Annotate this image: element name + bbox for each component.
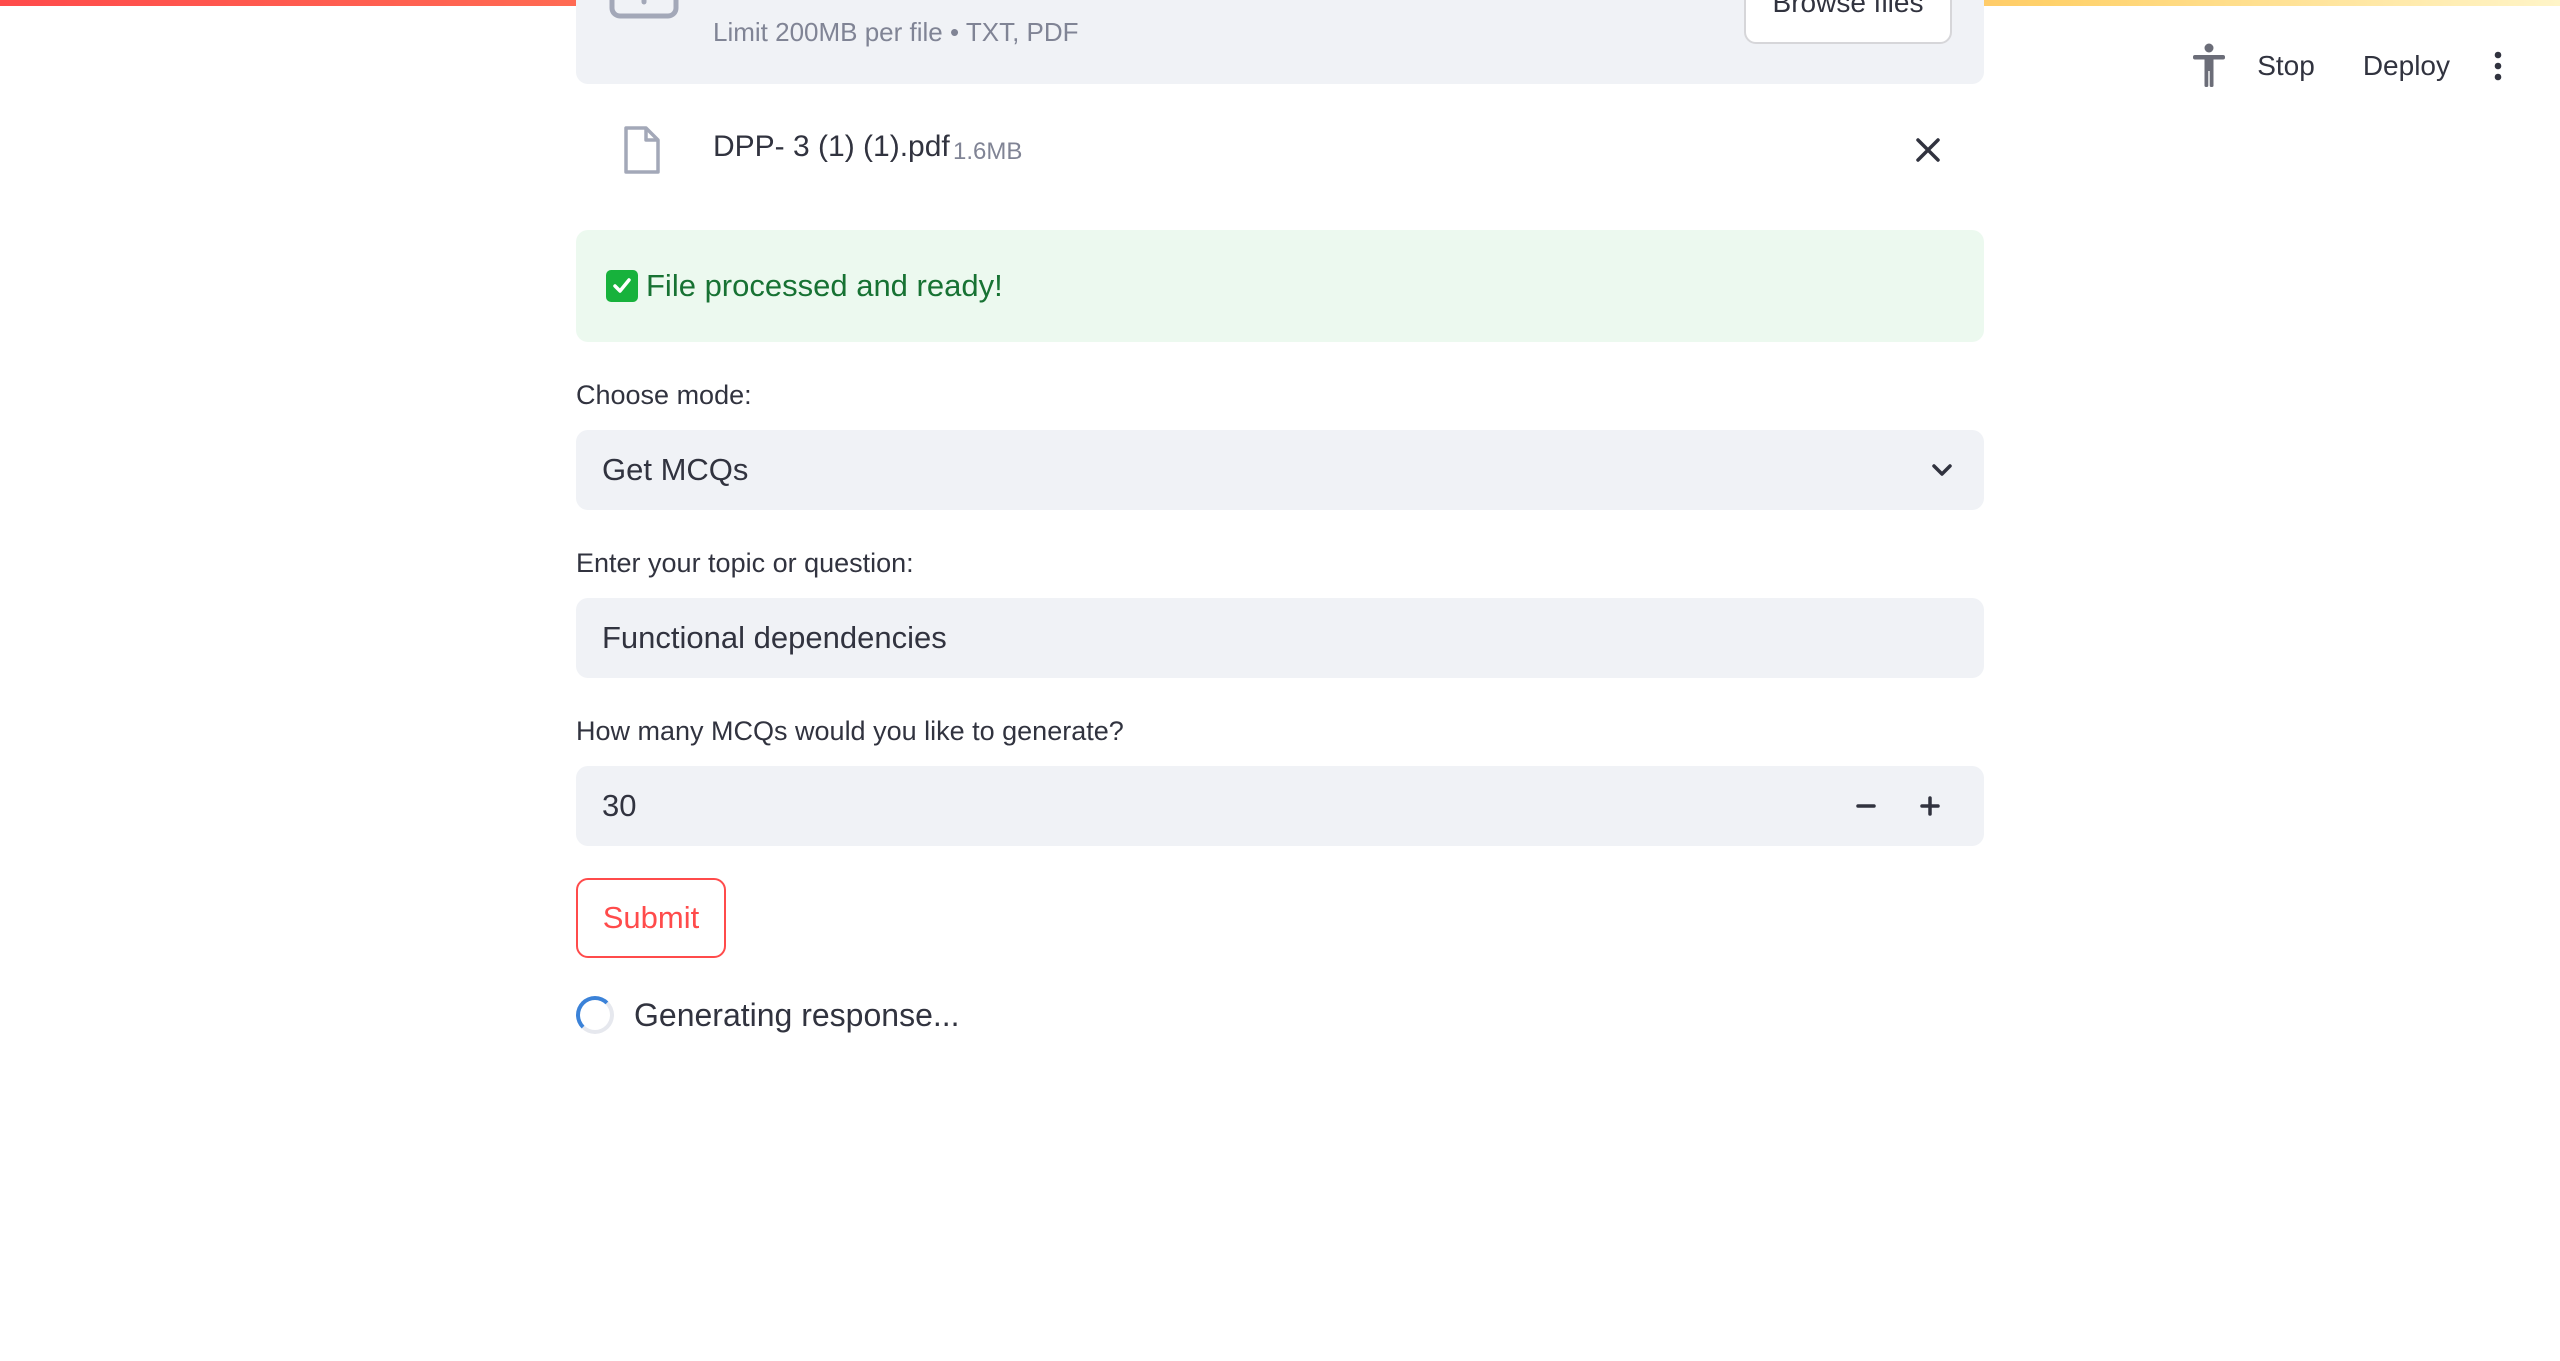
chevron-down-icon — [1928, 456, 1956, 484]
status-text: Generating response... — [634, 996, 960, 1033]
stop-button[interactable]: Stop — [2233, 42, 2339, 90]
more-vertical-icon[interactable] — [2474, 36, 2522, 96]
count-label: How many MCQs would you like to generate… — [576, 716, 1124, 746]
deploy-button[interactable]: Deploy — [2339, 42, 2474, 90]
mode-select[interactable]: Get MCQs — [576, 430, 1984, 510]
app-header: Stop Deploy — [2185, 36, 2522, 96]
plus-icon[interactable] — [1910, 786, 1950, 826]
spinner-icon — [576, 996, 614, 1034]
file-name: DPP- 3 (1) (1).pdf — [713, 130, 950, 163]
browse-files-button[interactable]: Browse files — [1744, 0, 1952, 44]
minus-icon[interactable] — [1846, 786, 1886, 826]
submit-button[interactable]: Submit — [576, 878, 726, 958]
status-indicator: Generating response... — [576, 990, 960, 1040]
mode-selected-value: Get MCQs — [602, 452, 749, 487]
success-message: File processed and ready! — [646, 268, 1003, 303]
success-alert: File processed and ready! — [576, 230, 1984, 342]
mcq-count-value: 30 — [602, 788, 637, 823]
file-icon — [622, 124, 662, 181]
topic-label: Enter your topic or question: — [576, 548, 914, 578]
check-icon — [606, 270, 638, 302]
mcq-count-stepper[interactable]: 30 — [576, 766, 1984, 846]
cloud-upload-icon — [606, 0, 682, 55]
topic-input[interactable]: Functional dependencies — [576, 598, 1984, 678]
mode-label: Choose mode: — [576, 380, 752, 410]
upload-limit-text: Limit 200MB per file • TXT, PDF — [713, 17, 1079, 47]
file-size: 1.6MB — [953, 138, 1023, 165]
topic-input-value: Functional dependencies — [602, 620, 947, 655]
uploaded-file-row: DPP- 3 (1) (1).pdf 1.6MB — [576, 110, 1984, 190]
close-icon[interactable] — [1908, 130, 1948, 170]
file-uploader-dropzone[interactable]: Limit 200MB per file • TXT, PDF Browse f… — [576, 0, 1984, 84]
accessibility-icon[interactable] — [2185, 36, 2233, 96]
